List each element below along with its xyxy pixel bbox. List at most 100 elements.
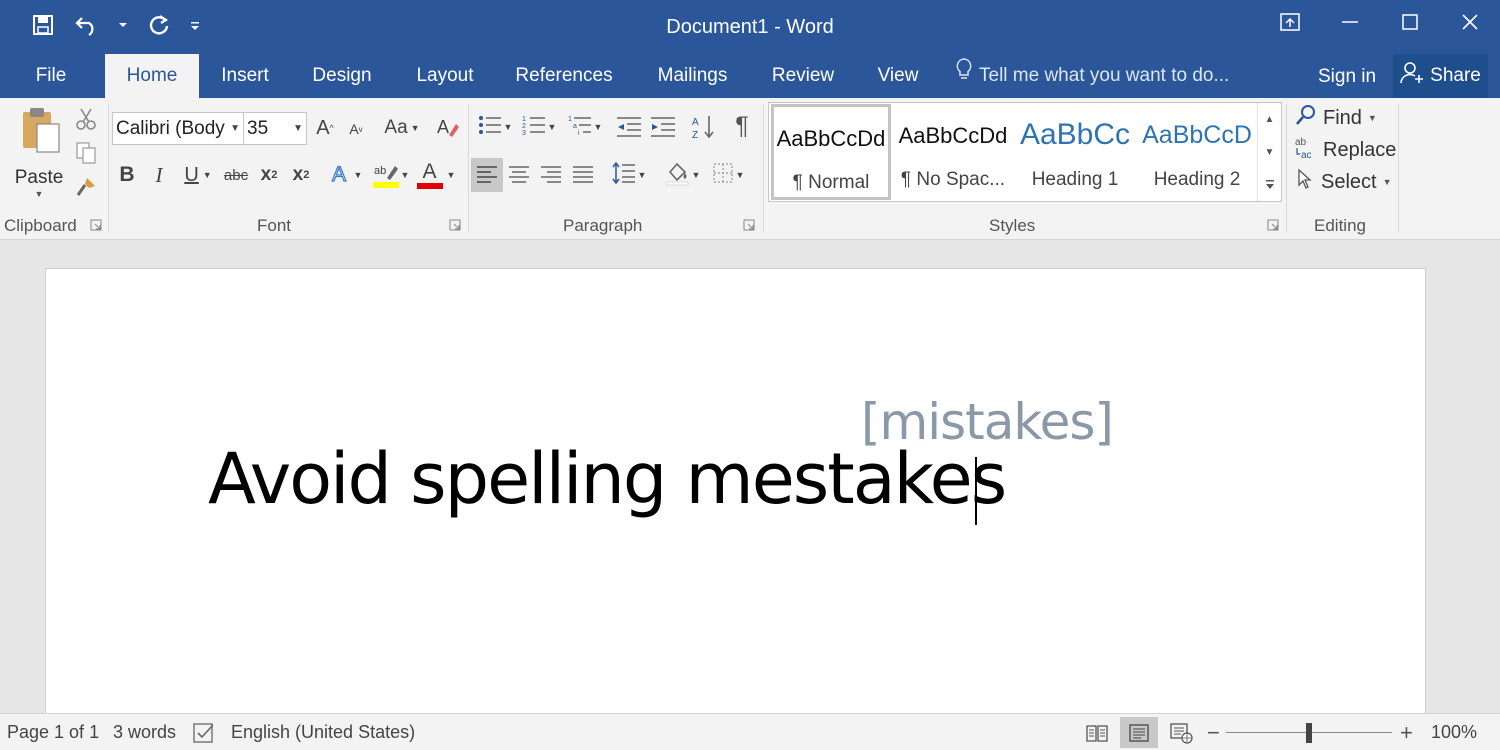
font-family-value: Calibri (Body bbox=[116, 118, 225, 139]
style-preview: AaBbCc bbox=[1019, 118, 1131, 151]
multilevel-list-button[interactable]: 1 a i ▼ bbox=[564, 112, 606, 142]
show-formatting-marks-button[interactable]: ¶ bbox=[728, 110, 756, 142]
select-button[interactable]: Select ▼ bbox=[1295, 168, 1392, 196]
tab-layout[interactable]: Layout bbox=[406, 54, 484, 98]
paragraph-dialog-launcher-icon[interactable] bbox=[743, 219, 755, 231]
chevron-down-icon: ▼ bbox=[637, 170, 647, 180]
decrease-indent-icon[interactable] bbox=[614, 112, 644, 142]
replace-button[interactable]: ab ac Replace bbox=[1295, 136, 1396, 164]
subscript-button[interactable]: x2 bbox=[256, 160, 282, 190]
svg-text:A: A bbox=[437, 117, 449, 137]
tab-view[interactable]: View bbox=[866, 54, 930, 98]
proofing-icon[interactable] bbox=[193, 720, 217, 744]
styles-gallery: AaBbCcDd ¶ Normal AaBbCcDd ¶ No Spac... … bbox=[768, 102, 1282, 202]
window-controls bbox=[1260, 0, 1500, 44]
font-color-button[interactable]: A ▼ bbox=[414, 158, 458, 192]
svg-text:2: 2 bbox=[522, 123, 526, 130]
sort-icon[interactable]: AZ bbox=[690, 112, 718, 142]
customize-icon[interactable] bbox=[188, 10, 202, 40]
paste-dropdown-icon: ▼ bbox=[34, 189, 44, 199]
italic-button[interactable]: I bbox=[146, 160, 172, 190]
zoom-out-button[interactable]: − bbox=[1207, 714, 1220, 750]
bullets-button[interactable]: ▼ bbox=[474, 112, 516, 142]
paste-icon bbox=[17, 106, 61, 161]
document-body-text[interactable]: Avoid spelling mestakes bbox=[208, 437, 1007, 521]
tab-mailings[interactable]: Mailings bbox=[644, 54, 741, 98]
minimize-icon[interactable] bbox=[1320, 0, 1380, 44]
style-preview: AaBbCcDd bbox=[898, 123, 1008, 148]
superscript-button[interactable]: x2 bbox=[288, 160, 314, 190]
tab-design[interactable]: Design bbox=[303, 54, 381, 98]
text-effects-button[interactable]: A ▼ bbox=[326, 160, 366, 190]
font-family-combo[interactable]: Calibri (Body ▼ bbox=[112, 112, 244, 145]
gallery-scroll-down-icon[interactable]: ▼ bbox=[1257, 136, 1281, 169]
read-mode-icon[interactable] bbox=[1078, 717, 1116, 748]
print-layout-icon[interactable] bbox=[1120, 717, 1158, 748]
font-size-value: 35 bbox=[247, 118, 269, 139]
align-center-icon[interactable] bbox=[503, 158, 535, 192]
line-spacing-button[interactable]: ▼ bbox=[608, 158, 650, 192]
word-count[interactable]: 3 words bbox=[113, 714, 176, 750]
chevron-down-icon: ▼ bbox=[202, 170, 212, 180]
clipboard-dialog-launcher-icon[interactable] bbox=[90, 219, 102, 231]
cut-icon[interactable] bbox=[72, 106, 100, 132]
strikethrough-button[interactable]: abc bbox=[222, 160, 250, 190]
style-heading-1[interactable]: AaBbCc Heading 1 bbox=[1015, 104, 1135, 200]
close-icon[interactable] bbox=[1440, 0, 1500, 44]
styles-dialog-launcher-icon[interactable] bbox=[1267, 219, 1279, 231]
share-button[interactable]: Share bbox=[1393, 54, 1488, 98]
page-count[interactable]: Page 1 of 1 bbox=[7, 714, 99, 750]
font-size-combo[interactable]: 35 ▼ bbox=[243, 112, 307, 145]
style-name: ¶ Normal bbox=[792, 172, 870, 193]
align-right-icon[interactable] bbox=[535, 158, 567, 192]
language-indicator[interactable]: English (United States) bbox=[231, 714, 415, 750]
tell-me-box[interactable]: Tell me what you want to do... bbox=[955, 54, 1229, 98]
web-layout-icon[interactable] bbox=[1162, 717, 1200, 748]
shrink-font-button[interactable]: Av bbox=[344, 116, 368, 142]
zoom-slider-thumb[interactable] bbox=[1306, 723, 1312, 743]
bullets-icon bbox=[478, 114, 502, 141]
change-case-button[interactable]: Aa ▼ bbox=[378, 114, 426, 142]
highlight-button[interactable]: ab ▼ bbox=[370, 158, 412, 192]
tab-references[interactable]: References bbox=[508, 54, 620, 98]
style-normal[interactable]: AaBbCcDd ¶ Normal bbox=[771, 104, 891, 200]
document-page[interactable]: [mistakes] Avoid spelling mestakes bbox=[45, 268, 1426, 718]
copy-icon[interactable] bbox=[72, 140, 100, 166]
sign-in-link[interactable]: Sign in bbox=[1318, 54, 1376, 98]
format-painter-icon[interactable] bbox=[72, 174, 100, 200]
paste-button[interactable]: Paste ▼ bbox=[12, 106, 66, 200]
find-button[interactable]: Find ▼ bbox=[1295, 104, 1377, 132]
undo-dropdown-icon[interactable] bbox=[116, 10, 130, 40]
style-heading-2[interactable]: AaBbCcD Heading 2 bbox=[1137, 104, 1257, 200]
bold-button[interactable]: B bbox=[114, 160, 140, 190]
zoom-in-button[interactable]: + bbox=[1400, 714, 1413, 750]
style-no-spacing[interactable]: AaBbCcDd ¶ No Spac... bbox=[893, 104, 1013, 200]
borders-icon bbox=[712, 162, 734, 189]
tab-review[interactable]: Review bbox=[764, 54, 842, 98]
group-separator bbox=[108, 104, 109, 232]
save-icon[interactable] bbox=[28, 10, 58, 40]
clear-formatting-icon[interactable]: A bbox=[434, 112, 462, 142]
gallery-more-icon[interactable] bbox=[1257, 169, 1281, 201]
borders-button[interactable]: ▼ bbox=[706, 158, 750, 192]
undo-icon[interactable] bbox=[72, 10, 102, 40]
shading-button[interactable]: ▼ bbox=[660, 158, 704, 192]
increase-indent-icon[interactable] bbox=[648, 112, 678, 142]
grow-font-button[interactable]: A ^ bbox=[312, 114, 338, 142]
chevron-down-icon: ▼ bbox=[735, 170, 745, 180]
ribbon-display-icon[interactable] bbox=[1260, 0, 1320, 44]
numbering-button[interactable]: 1 2 3 ▼ bbox=[518, 112, 560, 142]
maximize-icon[interactable] bbox=[1380, 0, 1440, 44]
tab-insert[interactable]: Insert bbox=[212, 54, 278, 98]
underline-button[interactable]: U ▼ bbox=[178, 160, 218, 190]
tab-home[interactable]: Home bbox=[105, 54, 199, 98]
justify-icon[interactable] bbox=[567, 158, 599, 192]
font-dialog-launcher-icon[interactable] bbox=[449, 219, 461, 231]
add-person-icon bbox=[1400, 61, 1424, 91]
tab-file[interactable]: File bbox=[16, 54, 86, 98]
zoom-level[interactable]: 100% bbox=[1431, 714, 1477, 750]
gallery-scroll-up-icon[interactable]: ▲ bbox=[1257, 103, 1281, 136]
redo-icon[interactable] bbox=[144, 10, 174, 40]
align-left-icon[interactable] bbox=[471, 158, 503, 192]
chevron-down-icon: ▼ bbox=[230, 123, 240, 134]
